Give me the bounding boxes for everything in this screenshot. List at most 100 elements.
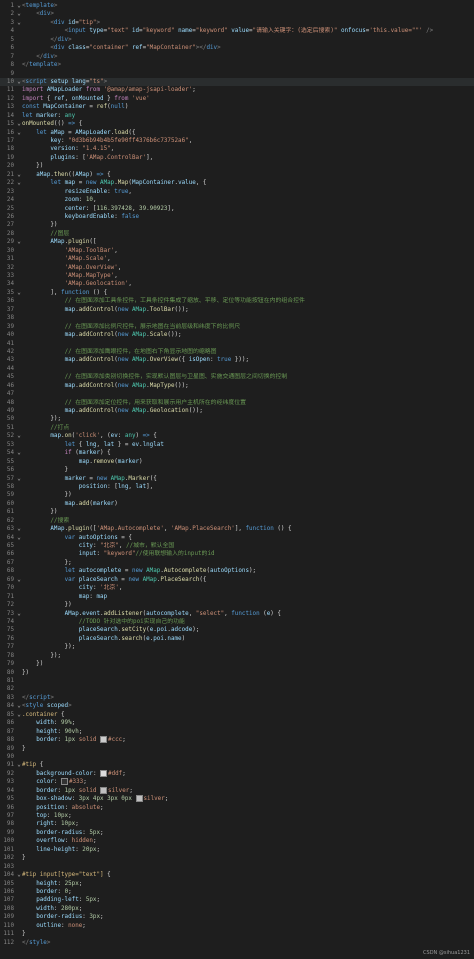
code-line[interactable]: 16 ⌄ let aMap = AMapLoader.load({ (0, 129, 474, 137)
code-line[interactable]: 34 'AMap.Geolocation', (0, 280, 474, 288)
code-line[interactable]: 5 </div> (0, 36, 474, 44)
color-swatch-icon[interactable] (135, 795, 143, 803)
code-line[interactable]: 63 ⌄ AMap.plugin(['AMap.Autocomplete', 'A… (0, 525, 474, 533)
code-line[interactable]: 26 keyboardEnable: false (0, 213, 474, 221)
code-line[interactable]: 102} (0, 854, 474, 862)
color-swatch-icon[interactable] (100, 769, 108, 777)
code-line[interactable]: 37 map.addControl(new AMap.ToolBar()); (0, 306, 474, 314)
code-line[interactable]: 87 height: 90vh; (0, 728, 474, 736)
code-line[interactable]: 57 ⌄ marker = new AMap.Marker({ (0, 475, 474, 483)
code-line[interactable]: 105 height: 25px; (0, 880, 474, 888)
code-line[interactable]: 93 color: #333; (0, 778, 474, 786)
code-line[interactable]: 107 padding-left: 5px; (0, 896, 474, 904)
code-line[interactable]: 92 background-color: #ddf; (0, 769, 474, 778)
color-swatch-icon[interactable] (100, 786, 108, 794)
code-line[interactable]: 44 (0, 365, 474, 373)
code-line[interactable]: 38 (0, 314, 474, 322)
code-line[interactable]: 62 //搜索 (0, 517, 474, 525)
code-line[interactable]: 33 'AMap.MapType', (0, 272, 474, 280)
code-line[interactable]: 29 ⌄ AMap.plugin([ (0, 238, 474, 246)
code-line[interactable]: 70 city: '北京', (0, 584, 474, 592)
code-line[interactable]: 85 ⌄ .container { (0, 711, 474, 719)
code-line[interactable]: 56 } (0, 466, 474, 474)
code-line[interactable]: 94 border: 1px solid silver; (0, 786, 474, 795)
code-line[interactable]: 11 import AMapLoader from '@amap/amap-jsa… (0, 86, 474, 94)
code-line[interactable]: 103 (0, 863, 474, 871)
color-swatch-icon[interactable] (100, 736, 108, 744)
code-line[interactable]: 14 let marker: any (0, 112, 474, 120)
code-line[interactable]: 81 (0, 677, 474, 685)
code-line[interactable]: 108 width: 280px; (0, 905, 474, 913)
code-line[interactable]: 10 ⌄ <script setup lang="ts"> (0, 77, 474, 87)
code-line[interactable]: 88 border: 1px solid #ccc; (0, 736, 474, 744)
code-line[interactable]: 64 ⌄ var autoOptions = { (0, 534, 474, 542)
code-line[interactable]: 8 </template> (0, 61, 474, 69)
code-line[interactable]: 2 ⌄ <div> (0, 10, 474, 18)
code-line[interactable]: 53 let { lng, lat } = ev.lnglat (0, 441, 474, 449)
code-line[interactable]: 18 version: "1.4.15", (0, 145, 474, 153)
code-line[interactable]: 84 ⌄ <style scoped> (0, 702, 474, 710)
code-line[interactable]: 30 'AMap.ToolBar', (0, 247, 474, 255)
code-line[interactable]: 21 ⌄ aMap.then((AMap) => { (0, 171, 474, 179)
code-line[interactable]: 112 </style> (0, 939, 474, 947)
code-editor[interactable]: 1 ⌄ <template> 2 ⌄ <div> 3 ⌄ <div id="tip"> 4 <… (0, 2, 474, 947)
code-line[interactable]: 48 // 在图面添加定位控件，用来获取和展示用户主机所在的经纬度位置 (0, 399, 474, 407)
code-line[interactable]: 79 }) (0, 660, 474, 668)
code-line[interactable]: 6 <div class="container" ref="MapContain… (0, 44, 474, 52)
code-line[interactable]: 111} (0, 930, 474, 938)
code-line[interactable]: 13 const MapContainer = ref(null) (0, 103, 474, 111)
code-line[interactable]: 71 map: map (0, 593, 474, 601)
code-line[interactable]: 31 'AMap.Scale', (0, 255, 474, 263)
code-line[interactable]: 36 // 在图面添加工具条控件，工具条控件集成了缩放、平移、定位等功能按钮在内… (0, 297, 474, 305)
code-line[interactable]: 58 position: [lng, lat], (0, 483, 474, 491)
code-line[interactable]: 97 top: 10px; (0, 812, 474, 820)
code-line[interactable]: 101 line-height: 20px; (0, 846, 474, 854)
code-line[interactable]: 59 }) (0, 491, 474, 499)
code-line[interactable]: 99 border-radius: 5px; (0, 829, 474, 837)
code-line[interactable]: 43 map.addControl(new AMap.OverView({ is… (0, 356, 474, 364)
code-line[interactable]: 51 //打点 (0, 424, 474, 432)
code-line[interactable]: 39 // 在图面添加比例尺控件，展示地图在当前层级和纬度下的比例尺 (0, 323, 474, 331)
code-line[interactable]: 86 width: 99%; (0, 719, 474, 727)
code-line[interactable]: 78 }); (0, 652, 474, 660)
code-line[interactable]: 28 //图层 (0, 230, 474, 238)
code-line[interactable]: 49 map.addControl(new AMap.Geolocation()… (0, 407, 474, 415)
code-line[interactable]: 17 key: "0d3b6b94b4b5fe90ff4376b6c73752a… (0, 137, 474, 145)
code-line[interactable]: 89} (0, 745, 474, 753)
code-line[interactable]: 100 overflow: hidden; (0, 837, 474, 845)
code-line[interactable]: 98 right: 10px; (0, 820, 474, 828)
code-line[interactable]: 65 city: "北京", //城市，默认全国 (0, 542, 474, 550)
color-swatch-icon[interactable] (61, 778, 69, 786)
code-line[interactable]: 106 border: 0; (0, 888, 474, 896)
code-line[interactable]: 96 position: absolute; (0, 804, 474, 812)
code-line[interactable]: 83 </script> (0, 694, 474, 702)
code-line[interactable]: 40 map.addControl(new AMap.Scale()); (0, 331, 474, 339)
code-line[interactable]: 54 ⌄ if (marker) { (0, 449, 474, 457)
code-line[interactable]: 45 // 在图面添加类别切换控件，实现默认图层与卫星图、实施交通图层之间切换的… (0, 373, 474, 381)
code-line[interactable]: 50 }); (0, 415, 474, 423)
code-line[interactable]: 35 ⌄ ], function () { (0, 289, 474, 297)
code-line[interactable]: 95 box-shadow: 3px 4px 3px 0px silver; (0, 795, 474, 803)
code-line[interactable]: 76 placeSearch.search(e.poi.name) (0, 635, 474, 643)
code-line[interactable]: 74 //TODO 针对选中的poi实现自己的功能 (0, 618, 474, 626)
code-line[interactable]: 110 outline: none; (0, 922, 474, 930)
code-line[interactable]: 52 ⌄ map.on('click', (ev: any) => { (0, 432, 474, 440)
code-line[interactable]: 68 let autocomplete = new AMap.Autocompl… (0, 567, 474, 575)
code-line[interactable]: 77 }); (0, 643, 474, 651)
code-line[interactable]: 42 // 在图面添加鹰眼控件，在地图右下角显示地图的缩略图 (0, 348, 474, 356)
code-line[interactable]: 32 'AMap.OverView', (0, 264, 474, 272)
code-line[interactable]: 22 ⌄ let map = new AMap.Map(MapContainer.… (0, 179, 474, 187)
code-line[interactable]: 9 (0, 70, 474, 78)
code-line[interactable]: 80}) (0, 669, 474, 677)
code-line[interactable]: 12 import { ref, onMounted } from 'vue' (0, 95, 474, 103)
code-line[interactable]: 75 placeSearch.setCity(e.poi.adcode); (0, 626, 474, 634)
code-line[interactable]: 47 (0, 390, 474, 398)
code-line[interactable]: 61 }) (0, 508, 474, 516)
code-line[interactable]: 60 map.add(marker) (0, 500, 474, 508)
code-line[interactable]: 1 ⌄ <template> (0, 2, 474, 10)
code-line[interactable]: 91 ⌄ #tip { (0, 761, 474, 769)
code-line[interactable]: 4 <input type="text" id="keyword" name="… (0, 27, 474, 35)
code-line[interactable]: 55 map.remove(marker) (0, 458, 474, 466)
code-line[interactable]: 19 plugins: ['AMap.ControlBar'], (0, 154, 474, 162)
code-line[interactable]: 67 }; (0, 559, 474, 567)
